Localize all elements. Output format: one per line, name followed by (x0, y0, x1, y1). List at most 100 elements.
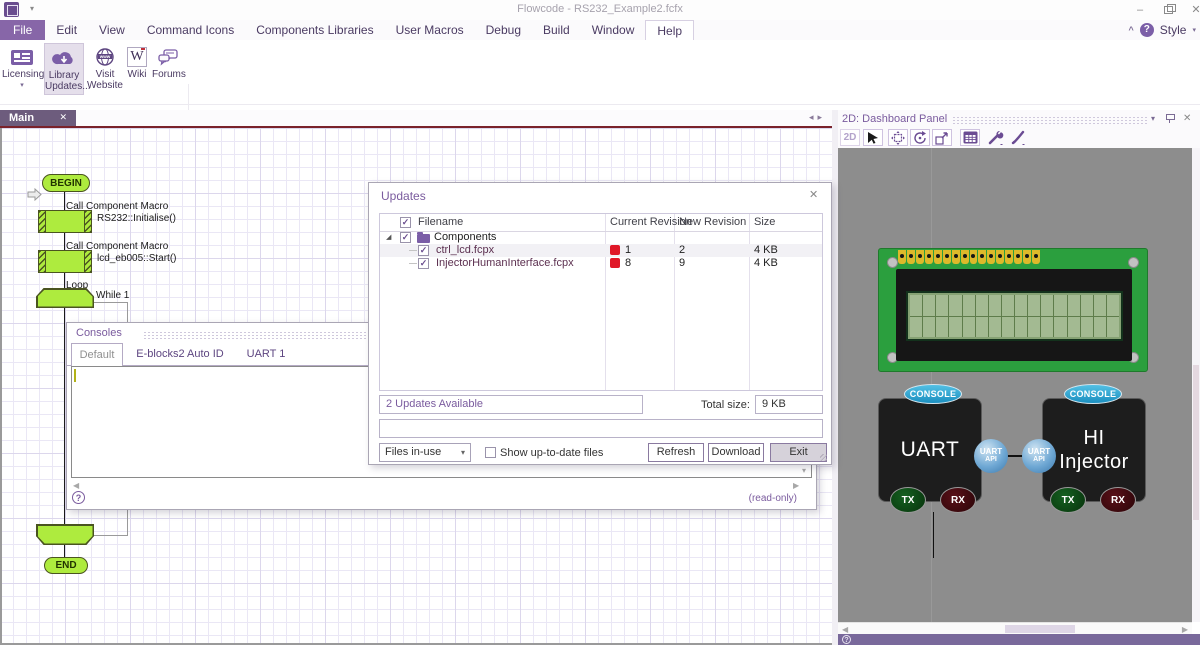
resize-tool-button[interactable] (932, 129, 952, 146)
uart-api-port[interactable]: UARTAPI (974, 439, 1008, 473)
macro2-node[interactable] (38, 250, 92, 273)
tab-scroll-next-icon[interactable]: ▸ (817, 112, 826, 122)
menu-view[interactable]: View (88, 20, 136, 40)
updates-title[interactable]: Updates (381, 189, 426, 203)
injector-api-port[interactable]: UARTAPI (1022, 439, 1056, 473)
menu-edit[interactable]: Edit (45, 20, 88, 40)
components-checkbox[interactable]: ✓ (400, 232, 411, 243)
hscroll-thumb[interactable] (1005, 625, 1075, 633)
licensing-button[interactable]: Licensing ▾ (2, 43, 42, 95)
collapse-ribbon-icon[interactable]: ^ (1129, 25, 1134, 35)
exit-button[interactable]: Exit (770, 443, 827, 462)
hscroll-right-icon[interactable]: ▶ (1182, 625, 1188, 634)
menu-file[interactable]: File (0, 20, 45, 40)
forums-button[interactable]: Forums (152, 43, 184, 95)
dashboard-close-icon[interactable]: ✕ (1183, 113, 1191, 124)
dashboard-pin-icon[interactable] (1165, 113, 1174, 126)
titlebar[interactable]: ▾ Flowcode - RS232_Example2.fcfx – ✕ (0, 0, 1200, 21)
console-vscroll-down-icon[interactable]: ▾ (802, 466, 806, 475)
refresh-button[interactable]: Refresh (648, 443, 704, 462)
tab-close-icon[interactable]: ✕ (59, 112, 67, 123)
injector-tx-pin[interactable]: TX (1050, 487, 1086, 513)
menu-help[interactable]: Help (645, 20, 694, 40)
menu-components-libraries[interactable]: Components Libraries (245, 20, 384, 40)
select-all-checkbox[interactable]: ✓ (400, 217, 411, 228)
lcd-pin (907, 250, 915, 264)
style-dropdown-icon[interactable]: ▾ (1192, 26, 1196, 34)
console-readonly-label: (read-only) (687, 493, 797, 504)
lcd-cell (963, 317, 975, 338)
uart-rx-pin[interactable]: RX (940, 487, 976, 513)
table-row-file[interactable]: ✓ InjectorHumanInterface.fcpx 8 9 4 KB (380, 257, 822, 270)
dashboard-hscrollbar[interactable]: ◀ ▶ (838, 622, 1192, 634)
dashboard-drag-handle[interactable] (952, 116, 1148, 124)
console-tab-default[interactable]: Default (71, 343, 123, 366)
close-button[interactable]: ✕ (1182, 0, 1200, 20)
console-tab-eblocks2[interactable]: E-blocks2 Auto ID (125, 343, 235, 365)
licensing-dropdown-icon: ▾ (2, 80, 42, 91)
console-hscroll-left-icon[interactable]: ◀ (73, 481, 79, 490)
show-uptodate-checkbox[interactable] (485, 447, 496, 458)
library-updates-button[interactable]: Library Updates... (44, 43, 84, 95)
wrench-tool-button[interactable] (986, 129, 1006, 146)
rotate-tool-button[interactable] (910, 129, 930, 146)
menu-window[interactable]: Window (581, 20, 646, 40)
statusbar-help-icon[interactable]: ? (842, 635, 851, 644)
uart-console-badge[interactable]: CONSOLE (904, 384, 962, 404)
tab-main[interactable]: Main ✕ (0, 110, 76, 126)
console-tab-uart1[interactable]: UART 1 (237, 343, 295, 365)
hscroll-left-icon[interactable]: ◀ (842, 625, 848, 634)
files-filter-dropdown[interactable]: Files in-use ▾ (379, 443, 471, 462)
vscroll-thumb[interactable] (1193, 365, 1199, 520)
menu-user-macros[interactable]: User Macros (385, 20, 475, 40)
menu-debug[interactable]: Debug (475, 20, 532, 40)
dashboard-canvas[interactable]: UART CONSOLE TX RX UARTAPI HIInjector CO… (838, 148, 1192, 622)
lcd-component[interactable] (878, 248, 1148, 372)
consoles-title[interactable]: Consoles (76, 327, 122, 339)
lcd-char-grid (910, 295, 1119, 337)
uart-component[interactable]: UART (878, 398, 982, 502)
updates-status-field: 2 Updates Available (379, 395, 643, 414)
lcd-cell (1041, 317, 1053, 338)
table-row-components[interactable]: ◢ ✓ Components (380, 231, 822, 244)
resize-grip[interactable] (820, 454, 827, 461)
menu-command-icons[interactable]: Command Icons (136, 20, 245, 40)
updates-close-icon[interactable]: ✕ (809, 188, 818, 201)
flow-begin-node[interactable]: BEGIN (42, 174, 90, 192)
dashboard-menu-icon[interactable]: ▾ (1151, 114, 1155, 123)
minimize-button[interactable]: – (1126, 0, 1154, 20)
file-checkbox[interactable]: ✓ (418, 245, 429, 256)
show-uptodate-label: Show up-to-date files (500, 447, 603, 459)
download-button[interactable]: Download (708, 443, 764, 462)
menu-build[interactable]: Build (532, 20, 581, 40)
help-icon[interactable]: ? (1140, 23, 1154, 37)
visit-website-button[interactable]: www Visit Website (86, 43, 124, 95)
loop-begin-node[interactable] (36, 288, 94, 308)
file-checkbox[interactable]: ✓ (418, 258, 429, 269)
wiki-button[interactable]: W Wiki (124, 43, 150, 95)
injector-console-badge[interactable]: CONSOLE (1064, 384, 1122, 404)
view-2d-button[interactable]: 2D (840, 129, 860, 146)
lcd-cell (936, 317, 948, 338)
restore-button[interactable] (1154, 0, 1182, 20)
brush-tool-button[interactable] (1008, 129, 1028, 146)
lcd-pin (952, 250, 960, 264)
properties-grid-button[interactable] (960, 129, 980, 146)
lcd-cell (1068, 295, 1080, 316)
dashboard-vscrollbar[interactable] (1192, 148, 1200, 622)
flow-end-node[interactable]: END (44, 557, 88, 574)
injector-rx-pin[interactable]: RX (1100, 487, 1136, 513)
macro2-detail: lcd_eb005::Start() (97, 253, 177, 264)
style-menu[interactable]: Style (1160, 23, 1187, 37)
macro1-node[interactable] (38, 210, 92, 233)
tree-expander-icon[interactable]: ◢ (386, 233, 391, 241)
loop-connector (94, 535, 128, 536)
uart-tx-pin[interactable]: TX (890, 487, 926, 513)
console-hscroll-right-icon[interactable]: ▶ (793, 481, 799, 490)
console-help-icon[interactable]: ? (72, 491, 85, 504)
table-row-file[interactable]: ✓ ctrl_lcd.fcpx 1 2 4 KB (380, 244, 822, 257)
run-cursor-button[interactable] (863, 129, 883, 146)
hi-injector-component[interactable]: HIInjector (1042, 398, 1146, 502)
move-tool-button[interactable] (888, 129, 908, 146)
loop-end-node[interactable] (36, 524, 94, 545)
